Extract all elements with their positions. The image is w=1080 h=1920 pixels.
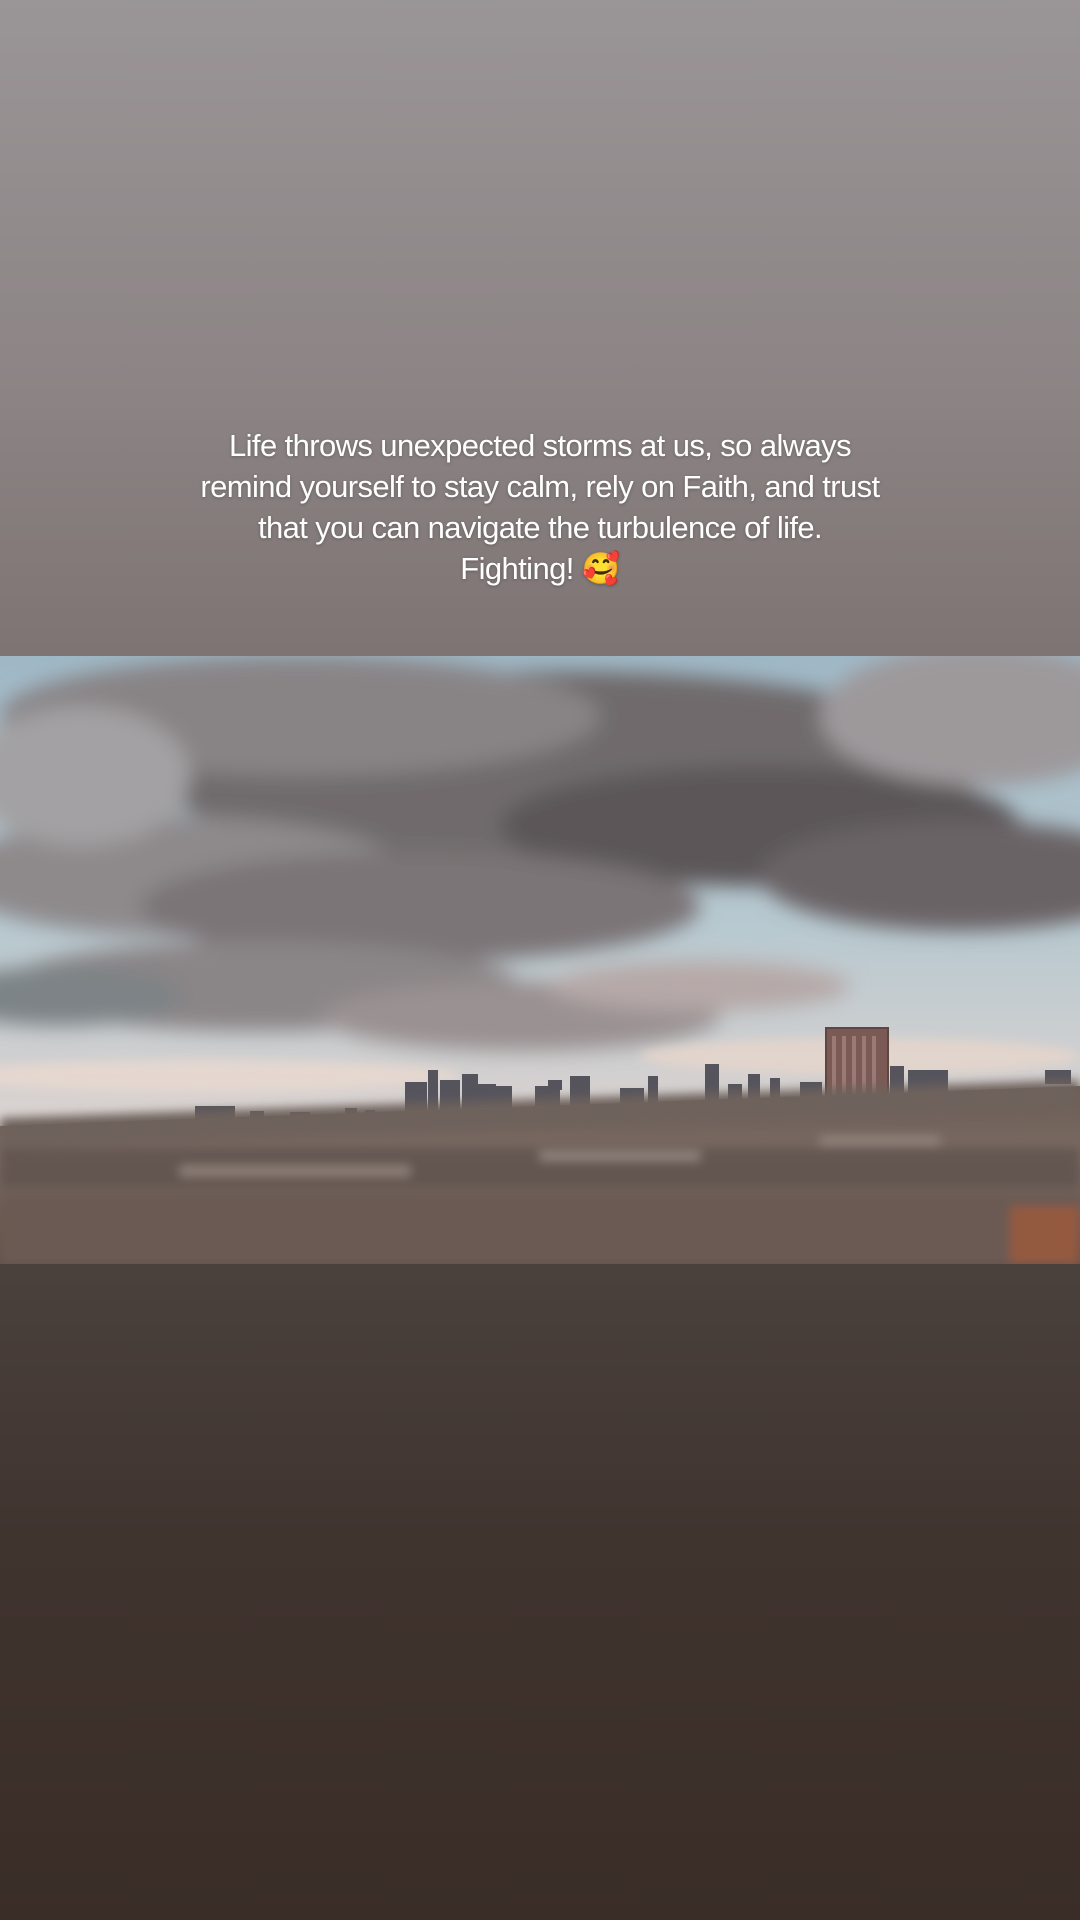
caption-line-2: remind yourself to stay calm, rely on Fa…	[200, 469, 880, 504]
story-photo	[0, 656, 1080, 1264]
story-caption: Life throws unexpected storms at us, so …	[0, 425, 1080, 589]
sky-skyline-image	[0, 656, 1080, 1264]
caption-line-1: Life throws unexpected storms at us, so …	[229, 428, 852, 463]
caption-line-3: that you can navigate the turbulence of …	[257, 510, 823, 545]
caption-line-4: Fighting! 🥰	[460, 551, 620, 586]
story-screen[interactable]: Life throws unexpected storms at us, so …	[0, 0, 1080, 1920]
